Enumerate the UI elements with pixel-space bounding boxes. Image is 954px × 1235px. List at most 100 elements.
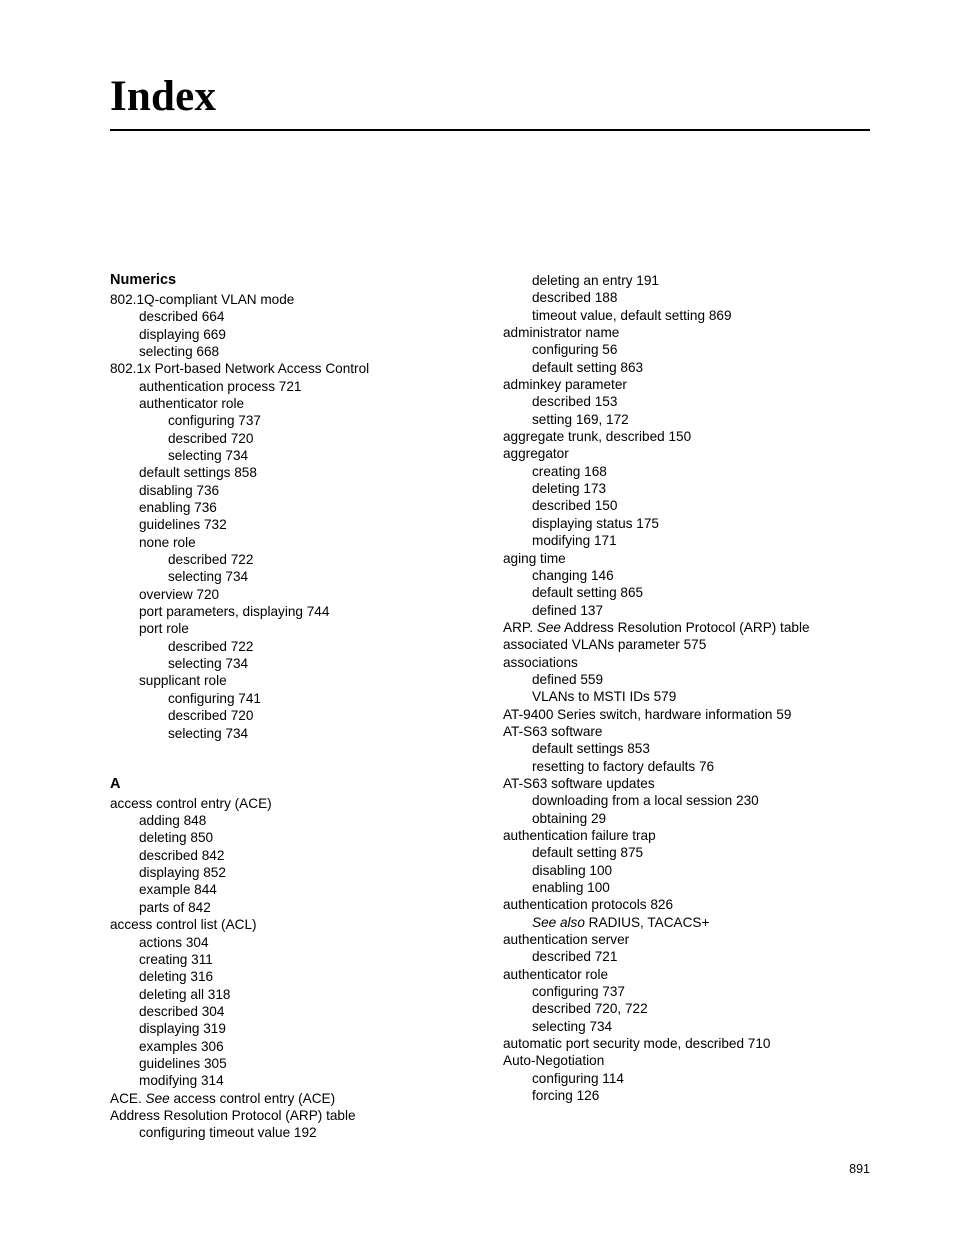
- index-entry: described 720: [168, 430, 254, 446]
- page-title: Index: [110, 73, 217, 120]
- index-entry: creating 168: [532, 463, 607, 479]
- index-entry: adminkey parameter: [503, 377, 627, 393]
- index-entry: ARP. See Address Resolution Protocol (AR…: [503, 619, 863, 636]
- index-entry: default setting 865: [532, 585, 644, 601]
- index-entry: forcing 126: [532, 1088, 600, 1104]
- index-entry: displaying 669: [139, 326, 226, 342]
- index-entry: example 844: [139, 882, 217, 898]
- index-entry: See also RADIUS, TACACS+: [503, 914, 863, 931]
- index-entry: AT-9400 Series switch, hardware informat…: [503, 706, 792, 722]
- index-entry: default setting 863: [532, 359, 644, 375]
- index-entry: displaying 852: [139, 865, 226, 881]
- index-entry: defined 137: [532, 602, 604, 618]
- index-entry: enabling 736: [139, 500, 217, 516]
- index-entry: changing 146: [532, 567, 614, 583]
- index-entry: deleting 316: [139, 969, 214, 985]
- index-entry: authentication failure trap: [503, 828, 656, 843]
- index-section-heading: Numerics: [110, 272, 177, 288]
- index-entry: described 720, 722: [532, 1001, 648, 1017]
- index-entry: selecting 734: [168, 448, 249, 463]
- index-entry: adding 848: [139, 813, 207, 829]
- index-entry: default setting 875: [532, 845, 644, 861]
- index-entry: described 304: [139, 1003, 225, 1019]
- index-entry-target: RADIUS, TACACS+: [584, 914, 710, 930]
- index-entry: Address Resolution Protocol (ARP) table: [110, 1107, 356, 1123]
- index-entry: displaying status 175: [532, 515, 659, 531]
- index-entry: enabling 100: [532, 880, 610, 896]
- index-entry: access control list (ACL): [110, 917, 257, 933]
- index-entry: default settings 853: [532, 741, 650, 757]
- index-entry: configuring 737: [168, 413, 261, 429]
- index-entry: configuring 741: [168, 690, 261, 706]
- index-entry: authenticator role: [139, 395, 245, 411]
- index-entry: supplicant role: [139, 673, 227, 689]
- index-entry: described 722: [168, 638, 254, 654]
- index-entry: actions 304: [139, 934, 209, 950]
- title-block: Index: [110, 72, 870, 131]
- index-entry: setting 169, 172: [532, 411, 629, 427]
- index-entry: aggregator: [503, 446, 569, 462]
- index-entry: Auto-Negotiation: [503, 1053, 605, 1069]
- index-entry: disabling 100: [532, 862, 613, 878]
- index-entry: selecting 734: [168, 656, 249, 672]
- cross-reference-label: See: [536, 619, 561, 635]
- index-entry: parts of 842: [139, 899, 211, 915]
- index-entry: VLANs to MSTI IDs 579: [532, 689, 677, 705]
- index-entry: deleting 850: [139, 830, 214, 846]
- index-entry: none role: [139, 534, 196, 550]
- title-divider: [110, 129, 870, 131]
- index-entry: described 720: [168, 708, 254, 724]
- index-entry: described 153: [532, 394, 618, 410]
- index-entry: modifying 314: [139, 1073, 224, 1089]
- index-entry-prefix: ACE.: [110, 1090, 146, 1106]
- index-entry: selecting 668: [139, 343, 220, 359]
- index-entry: automatic port security mode, described …: [503, 1036, 771, 1052]
- index-entry-target: Address Resolution Protocol (ARP) table: [560, 619, 810, 635]
- index-entry: downloading from a local session 230: [532, 793, 759, 809]
- index-entry: associations: [503, 654, 578, 670]
- index-entry: aging time: [503, 550, 566, 566]
- index-entry: port role: [139, 621, 189, 637]
- index-entry: access control entry (ACE): [110, 795, 272, 811]
- index-entry: disabling 736: [139, 482, 220, 498]
- index-entry: described 664: [139, 309, 225, 325]
- index-entry: associated VLANs parameter 575: [503, 637, 707, 653]
- index-entry: deleting an entry 191: [532, 273, 659, 288]
- index-entry: configuring 114: [532, 1070, 624, 1086]
- index-entry: selecting 734: [532, 1018, 613, 1034]
- index-entry: resetting to factory defaults 76: [532, 758, 715, 774]
- index-entry: guidelines 305: [139, 1055, 227, 1071]
- index-entry: examples 306: [139, 1038, 224, 1054]
- index-entry: 802.1x Port-based Network Access Control: [110, 361, 370, 377]
- index-entry: defined 559: [532, 671, 604, 687]
- index-entry: selecting 734: [168, 569, 249, 585]
- index-entry: port parameters, displaying 744: [139, 604, 330, 620]
- index-entry: authenticator role: [503, 966, 609, 982]
- index-section-heading: A: [110, 775, 121, 792]
- index-entry: AT-S63 software: [503, 723, 603, 739]
- index-entry: displaying 319: [139, 1021, 226, 1037]
- index-entry: described 150: [532, 498, 618, 514]
- index-entry: configuring 737: [532, 984, 625, 1000]
- index-entry: described 721: [532, 949, 618, 965]
- index-entry: described 842: [139, 847, 225, 863]
- index-entry: authentication server: [503, 932, 630, 948]
- index-entry: configuring timeout value 192: [139, 1125, 317, 1141]
- index-entry: authentication process 721: [139, 378, 302, 394]
- index-column-left: Numerics 802.1Q-compliant VLAN mode descri…: [110, 272, 470, 1142]
- cross-reference-label: See also: [532, 914, 585, 930]
- index-entry: described 722: [168, 552, 254, 568]
- index-entry: aggregate trunk, described 150: [503, 429, 692, 445]
- index-entry: ACE. See access control entry (ACE): [110, 1090, 470, 1107]
- index-entry-target: access control entry (ACE): [169, 1090, 336, 1106]
- index-entry: default settings 858: [139, 465, 257, 481]
- index-columns: Numerics 802.1Q-compliant VLAN mode descri…: [110, 272, 870, 1142]
- index-entry: AT-S63 software updates: [503, 775, 655, 791]
- index-entry: creating 311: [139, 951, 213, 967]
- page-number: 891: [849, 1162, 870, 1176]
- index-entry: timeout value, default setting 869: [532, 307, 732, 323]
- index-entry: obtaining 29: [532, 810, 607, 826]
- index-entry: guidelines 732: [139, 517, 227, 533]
- index-entry: configuring 56: [532, 342, 618, 358]
- index-entry: authentication protocols 826: [503, 897, 674, 913]
